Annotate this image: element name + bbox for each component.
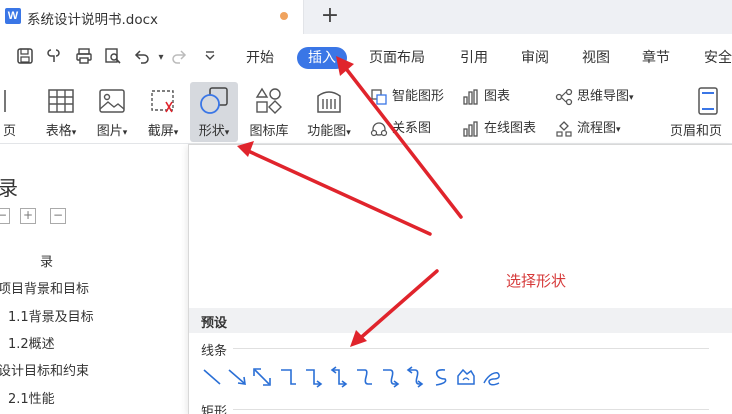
format-painter-icon[interactable] (44, 47, 66, 69)
curved-double-arrow-shape-icon[interactable] (404, 366, 426, 388)
rectangles-section-divider (233, 409, 709, 410)
shapes-icon (199, 86, 229, 116)
print-preview-icon[interactable] (102, 47, 124, 69)
insert-ribbon: 页 表格▾ 图片▾ 截屏▾ 形状▾ 图标库 功能图▾ 智能图形 图表 思维导图▾… (0, 80, 732, 144)
elbow-arrow-shape-icon[interactable] (302, 366, 324, 388)
arrow-shape-icon[interactable] (226, 366, 248, 388)
screenshot-button[interactable]: 截屏▾ (139, 82, 187, 142)
picture-button[interactable]: 图片▾ (88, 82, 136, 142)
menu-view[interactable]: 视图 (582, 47, 610, 69)
menu-references[interactable]: 引用 (460, 47, 488, 69)
rectangles-section-label: 矩形 (201, 405, 228, 414)
curved-arrow-shape-icon[interactable] (379, 366, 401, 388)
smart-graphic-icon (370, 88, 388, 106)
curve-shape-icon[interactable] (430, 366, 452, 388)
picture-icon (97, 86, 127, 116)
toc-item[interactable]: 项目背景和目标 (0, 278, 89, 297)
elbow-double-arrow-shape-icon[interactable] (328, 366, 350, 388)
lines-section-divider (233, 348, 709, 349)
save-icon[interactable] (14, 47, 36, 69)
screenshot-button-label: 截屏▾ (147, 124, 179, 139)
page-icon (0, 86, 23, 116)
toc-item[interactable]: 1.2概述 (8, 333, 55, 352)
online-chart-icon (462, 120, 480, 138)
preset-header: 预设 (189, 308, 732, 333)
line-shape-icon[interactable] (201, 366, 223, 388)
lines-section-label: 线条 (201, 344, 228, 359)
double-arrow-shape-icon[interactable] (251, 366, 273, 388)
page-button-label: 页 (2, 124, 16, 139)
page-button-partial[interactable]: 页 (0, 82, 18, 142)
flowchart-label: 流程图▾ (577, 121, 621, 136)
mind-map-icon (555, 88, 573, 106)
shapes-button[interactable]: 形状▾ (190, 82, 238, 142)
document-title: 系统设计说明书.docx (27, 12, 159, 28)
word-doc-icon: W (5, 8, 21, 24)
chart-icon (462, 88, 480, 106)
header-footer-button[interactable]: 页眉和页 (668, 82, 732, 142)
header-footer-label: 页眉和页 (670, 124, 723, 139)
menu-section[interactable]: 章节 (642, 47, 670, 69)
header-footer-icon (693, 86, 723, 116)
menu-review[interactable]: 审阅 (521, 47, 549, 69)
toc-expand-icon[interactable]: + (20, 208, 36, 224)
smart-graphic-label: 智能图形 (392, 89, 445, 104)
redo-icon[interactable] (168, 47, 190, 69)
toc-title: 录 (40, 255, 54, 270)
annotation-text: 选择形状 (506, 272, 567, 290)
toc-collapse-icon[interactable]: − (0, 208, 10, 224)
online-chart-label: 在线图表 (484, 121, 537, 136)
menu-security[interactable]: 安全 (704, 47, 732, 69)
toc-remove-icon[interactable]: − (50, 208, 66, 224)
menu-start[interactable]: 开始 (246, 47, 274, 69)
shapes-button-label: 形状▾ (198, 124, 230, 139)
curved-connector-shape-icon[interactable] (353, 366, 375, 388)
elbow-connector-shape-icon[interactable] (277, 366, 299, 388)
menu-page-layout[interactable]: 页面布局 (369, 47, 425, 69)
toc-pane-heading: 录 (0, 176, 18, 200)
menu-insert[interactable]: 插入 (297, 47, 347, 69)
icon-library-button-label: 图标库 (249, 124, 289, 139)
screenshot-icon (148, 86, 178, 116)
function-chart-icon (314, 86, 344, 116)
table-button-label: 表格▾ (45, 124, 77, 139)
customize-quick-access-icon[interactable] (199, 47, 221, 69)
mind-map-label: 思维导图▾ (577, 89, 634, 104)
new-tab-button[interactable]: + (319, 3, 341, 29)
chart-label: 图表 (484, 89, 511, 104)
document-navigation: 录 − + − 录 项目背景和目标 1.1背景及目标 1.2概述 设计目标和约束… (0, 144, 190, 414)
flowchart-icon (555, 120, 573, 138)
table-icon (46, 86, 76, 116)
relationship-label: 关系图 (392, 121, 432, 136)
function-chart-button[interactable]: 功能图▾ (300, 82, 358, 142)
preset-label: 预设 (201, 316, 228, 331)
table-button[interactable]: 表格▾ (37, 82, 85, 142)
toc-item[interactable]: 1.1背景及目标 (8, 306, 94, 325)
document-tab[interactable]: W 系统设计说明书.docx (0, 0, 304, 34)
shapes-dropdown-panel: 预设 线条 矩形 (188, 144, 732, 414)
toc-item[interactable]: 2.1性能 (8, 388, 55, 407)
print-icon[interactable] (73, 47, 95, 69)
icon-library-icon (254, 86, 284, 116)
function-chart-button-label: 功能图▾ (307, 124, 351, 139)
unsaved-dot-icon (280, 12, 288, 20)
toc-item[interactable]: 设计目标和约束 (0, 360, 89, 379)
picture-button-label: 图片▾ (96, 124, 128, 139)
title-bar: W 系统设计说明书.docx + (0, 0, 732, 34)
icon-library-button[interactable]: 图标库 (242, 82, 296, 142)
freeform-shape-icon[interactable] (455, 366, 477, 388)
relationship-icon (370, 120, 388, 138)
scribble-shape-icon[interactable] (481, 366, 503, 388)
menu-bar: ▾ 开始 插入 页面布局 引用 审阅 视图 章节 安全 (0, 34, 732, 80)
